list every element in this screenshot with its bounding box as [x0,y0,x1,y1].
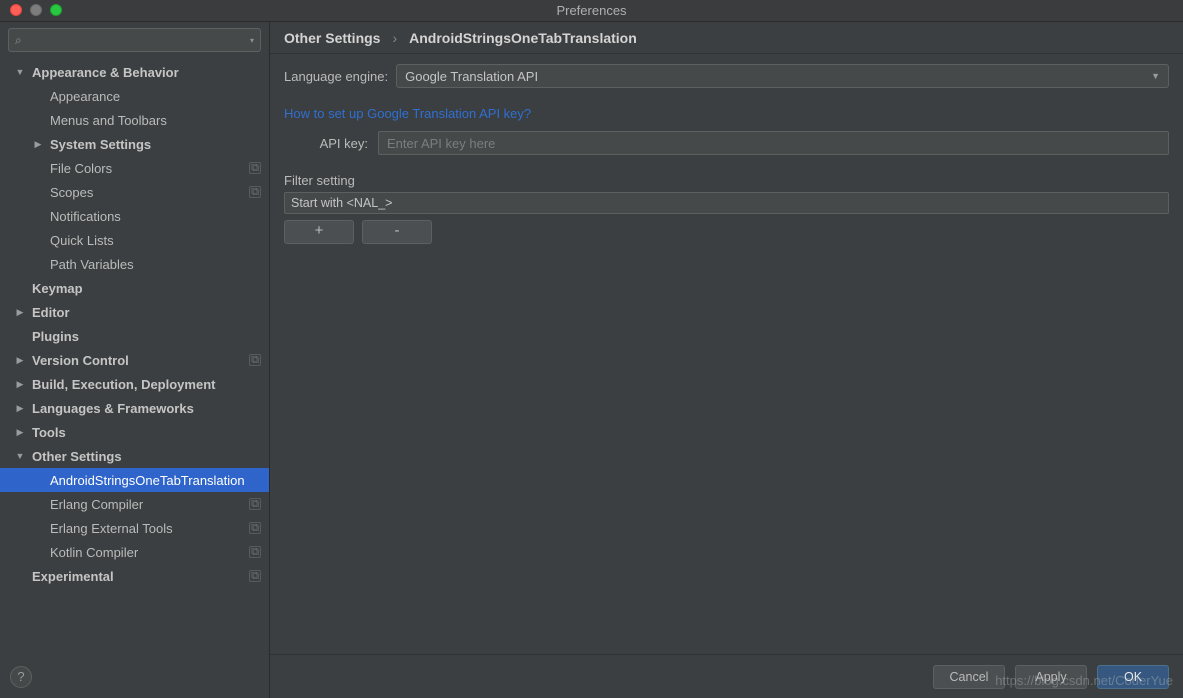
chevron-right-icon: ▶ [14,355,26,366]
sidebar: ⌕ ▾ ▼ Appearance & Behavior Appearance Menu… [0,22,270,698]
search-input[interactable] [26,33,246,47]
chevron-down-icon: ▼ [1151,71,1160,81]
tree-item-label: Appearance & Behavior [32,65,179,80]
project-scope-icon: ⧉ [249,546,261,558]
project-scope-icon: ⧉ [249,354,261,366]
window-controls [10,4,62,16]
apply-button[interactable]: Apply [1015,665,1087,689]
breadcrumb: Other Settings › AndroidStringsOneTabTra… [270,22,1183,54]
tree-item-languages-frameworks[interactable]: ▶ Languages & Frameworks [0,396,269,420]
tree-item-label: Version Control [32,353,129,368]
tree-item-label: File Colors [50,161,112,176]
tree-item-label: Build, Execution, Deployment [32,377,215,392]
help-button[interactable]: ? [10,666,32,688]
ok-button[interactable]: OK [1097,665,1169,689]
tree-item-build-execution-deployment[interactable]: ▶ Build, Execution, Deployment [0,372,269,396]
tree-item-label: System Settings [50,137,151,152]
tree-item-label: Menus and Toolbars [50,113,167,128]
chevron-right-icon: ▶ [32,139,44,150]
tree-item-erlang-compiler[interactable]: Erlang Compiler ⧉ [0,492,269,516]
tree-item-label: Tools [32,425,66,440]
search-field[interactable]: ⌕ ▾ [8,28,261,52]
chevron-down-icon: ▼ [14,451,26,461]
tree-item-label: Quick Lists [50,233,114,248]
tree-item-label: Experimental [32,569,114,584]
remove-filter-button[interactable]: - [362,220,432,244]
tree-item-androidstringsonetabtranslation[interactable]: AndroidStringsOneTabTranslation [0,468,269,492]
cancel-button[interactable]: Cancel [933,665,1005,689]
language-engine-value: Google Translation API [405,69,538,84]
tree-item-tools[interactable]: ▶ Tools [0,420,269,444]
api-key-input[interactable] [378,131,1169,155]
tree-item-file-colors[interactable]: File Colors ⧉ [0,156,269,180]
minimize-icon[interactable] [30,4,42,16]
tree-item-other-settings[interactable]: ▼ Other Settings [0,444,269,468]
tree-item-scopes[interactable]: Scopes ⧉ [0,180,269,204]
api-key-label: API key: [284,136,368,151]
dialog-buttons: Cancel Apply OK [270,654,1183,698]
tree-item-label: Path Variables [50,257,134,272]
chevron-right-icon: ▶ [14,427,26,438]
tree-item-erlang-external-tools[interactable]: Erlang External Tools ⧉ [0,516,269,540]
tree-item-editor[interactable]: ▶ Editor [0,300,269,324]
project-scope-icon: ⧉ [249,522,261,534]
tree-item-menus-and-toolbars[interactable]: Menus and Toolbars [0,108,269,132]
tree-item-label: Appearance [50,89,120,104]
project-scope-icon: ⧉ [249,162,261,174]
tree-item-label: Notifications [50,209,121,224]
tree-item-appearance[interactable]: Appearance [0,84,269,108]
project-scope-icon: ⧉ [249,186,261,198]
tree-item-label: AndroidStringsOneTabTranslation [50,473,245,488]
tree-item-quick-lists[interactable]: Quick Lists [0,228,269,252]
chevron-right-icon: ▶ [14,379,26,390]
tree-item-label: Editor [32,305,70,320]
breadcrumb-separator-icon: › [392,30,397,46]
tree-item-label: Keymap [32,281,83,296]
tree-item-label: Scopes [50,185,93,200]
tree-item-keymap[interactable]: Keymap [0,276,269,300]
tree-item-version-control[interactable]: ▶ Version Control ⧉ [0,348,269,372]
breadcrumb-current: AndroidStringsOneTabTranslation [409,30,637,46]
search-dropdown-icon[interactable]: ▾ [250,36,254,45]
close-icon[interactable] [10,4,22,16]
tree-item-label: Languages & Frameworks [32,401,194,416]
tree-item-system-settings[interactable]: ▶ System Settings [0,132,269,156]
chevron-down-icon: ▼ [14,67,26,77]
tree-item-plugins[interactable]: Plugins [0,324,269,348]
filter-setting-label: Filter setting [284,173,1169,188]
tree-item-label: Erlang Compiler [50,497,143,512]
tree-item-label: Erlang External Tools [50,521,173,536]
tree-item-kotlin-compiler[interactable]: Kotlin Compiler ⧉ [0,540,269,564]
chevron-right-icon: ▶ [14,403,26,414]
setup-api-link[interactable]: How to set up Google Translation API key… [284,106,531,121]
language-engine-label: Language engine: [284,69,388,84]
titlebar: Preferences [0,0,1183,22]
tree-item-label: Kotlin Compiler [50,545,138,560]
search-icon: ⌕ [15,33,22,48]
maximize-icon[interactable] [50,4,62,16]
language-engine-select[interactable]: Google Translation API ▼ [396,64,1169,88]
tree-item-path-variables[interactable]: Path Variables [0,252,269,276]
filter-list[interactable]: Start with <NAL_> [284,192,1169,214]
tree-item-notifications[interactable]: Notifications [0,204,269,228]
tree-item-appearance-behavior[interactable]: ▼ Appearance & Behavior [0,60,269,84]
project-scope-icon: ⧉ [249,570,261,582]
breadcrumb-root[interactable]: Other Settings [284,30,380,46]
project-scope-icon: ⧉ [249,498,261,510]
tree-item-label: Plugins [32,329,79,344]
tree-item-experimental[interactable]: Experimental ⧉ [0,564,269,588]
chevron-right-icon: ▶ [14,307,26,318]
add-filter-button[interactable]: + [284,220,354,244]
window-title: Preferences [556,3,626,18]
filter-list-item: Start with <NAL_> [291,196,392,210]
settings-tree: ▼ Appearance & Behavior Appearance Menus an… [0,58,269,698]
tree-item-label: Other Settings [32,449,122,464]
main-panel: Other Settings › AndroidStringsOneTabTra… [270,22,1183,654]
